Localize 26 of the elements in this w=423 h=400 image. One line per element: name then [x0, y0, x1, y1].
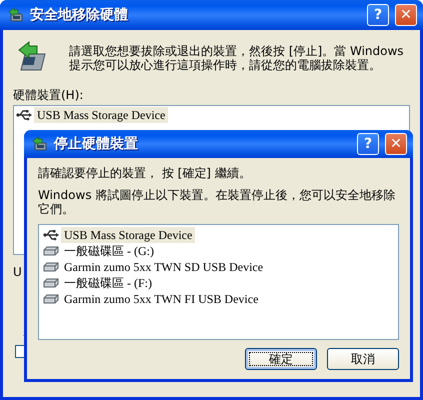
window-title: 安全地移除硬體	[30, 6, 129, 24]
drive-icon	[43, 246, 59, 256]
drive-icon	[43, 278, 59, 288]
usb-icon	[43, 229, 59, 241]
help-button[interactable]: ?	[357, 133, 379, 155]
list-item[interactable]: 一般磁碟區 - (F:)	[43, 275, 394, 291]
prompt-text: 請確認要停止的裝置， 按 [確定] 繼續。	[38, 166, 252, 180]
list-label: 硬體裝置(H):	[13, 88, 84, 102]
message-text: Windows 將試圖停止以下裝置。在裝置停止後，您可以安全地移除它們。	[38, 188, 396, 216]
list-item[interactable]: USB Mass Storage Device	[16, 107, 407, 123]
list-item[interactable]: Garmin zumo 5xx TWN SD USB Device	[43, 259, 394, 275]
device-label: U	[13, 265, 22, 279]
cancel-button[interactable]: 取消	[327, 348, 399, 370]
hardware-icon	[32, 136, 48, 152]
help-button[interactable]: ?	[367, 4, 389, 26]
hardware-icon	[8, 7, 24, 23]
drive-icon	[43, 294, 59, 304]
usb-icon	[16, 109, 32, 121]
list-item[interactable]: USB Mass Storage Device	[43, 227, 394, 243]
device-list[interactable]: USB Mass Storage Device 一般磁碟區 - (G:) Garmin zumo 5xx TWN SD USB Device 一般磁碟區 - (F:) Garmin zumo 5xx TWN FI USB Device	[38, 224, 399, 340]
window-title: 停止硬體裝置	[54, 135, 139, 153]
drive-icon	[43, 262, 59, 272]
ok-button[interactable]: 確定	[245, 348, 317, 370]
list-item[interactable]: Garmin zumo 5xx TWN FI USB Device	[43, 291, 394, 307]
instructions-text: 請選取您想要拔除或退出的裝置，然後按 [停止]。當 Windows 提示您可以放心進行這項操作時，請從您的電腦拔除裝置。	[68, 43, 405, 72]
list-item[interactable]: 一般磁碟區 - (G:)	[43, 243, 394, 259]
